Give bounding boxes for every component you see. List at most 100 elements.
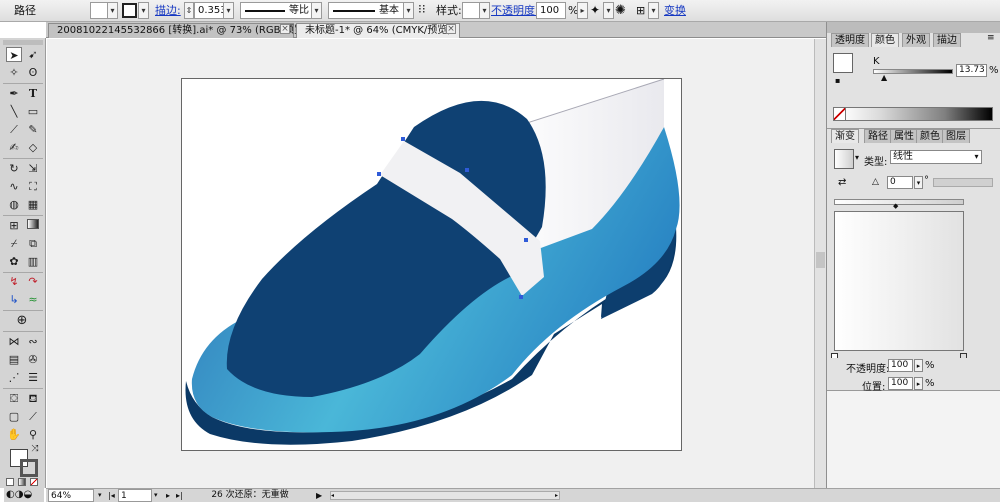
blue-curve-tool-icon[interactable]: ↳ (6, 292, 22, 307)
none-mode-icon[interactable] (30, 478, 38, 486)
list-icon[interactable]: ☰ (25, 370, 41, 385)
swap-fill-stroke-icon[interactable]: ⤨ (30, 444, 40, 454)
gradient-mode-icon[interactable] (18, 478, 26, 486)
zoom-icon[interactable]: ⚲ (25, 427, 41, 442)
paintbrush-icon[interactable]: ⟋ (6, 122, 22, 137)
blend-icon[interactable]: ⧉ (25, 236, 41, 251)
shoe-artwork[interactable] (182, 78, 683, 452)
rectangle-icon[interactable]: ▭ (25, 104, 41, 119)
stroke-weight-dropdown[interactable]: ▾ (223, 2, 234, 19)
close-tab-1-icon[interactable]: × (280, 24, 290, 34)
pencil-icon[interactable]: ✎ (25, 122, 41, 137)
gradient-preview-swatch[interactable] (834, 149, 854, 169)
none-color-icon[interactable] (834, 108, 846, 120)
gradient-icon[interactable] (25, 218, 41, 233)
symbol-sprayer-icon[interactable]: ✿ (6, 254, 22, 269)
red-arc-tool-icon[interactable]: ↷ (25, 274, 41, 289)
artboard-icon[interactable]: ▢ (6, 409, 22, 424)
gradient-preview-dropdown[interactable]: ▾ (855, 153, 859, 162)
close-tab-2-icon[interactable]: × (446, 24, 456, 34)
stroke-indicator-icon[interactable]: ▪ (835, 76, 840, 85)
envelope-icon[interactable]: ⋈ (6, 334, 22, 349)
color-mode-icon[interactable] (6, 478, 14, 486)
slice-icon[interactable]: ⟋ (25, 409, 41, 424)
free-transform-icon[interactable]: ⛶ (25, 179, 41, 194)
pen-icon[interactable]: ✒ (6, 86, 22, 101)
opacity-link[interactable]: 不透明度: (491, 2, 539, 19)
scroll-left-icon[interactable]: ◂ (331, 492, 339, 499)
paint-bucket-icon[interactable]: ⛾ (25, 391, 41, 406)
scrollbar-thumb[interactable] (816, 252, 825, 268)
recolor-dropdown[interactable]: ▾ (603, 2, 614, 19)
color-spectrum-bar[interactable] (833, 107, 993, 121)
panel-tab-pathfinder[interactable]: 路径 (864, 129, 892, 143)
panel-tab-stroke[interactable]: 描边 (933, 33, 961, 47)
brush-dropdown[interactable]: ▾ (403, 2, 414, 19)
mesh-icon[interactable]: ⊞ (6, 218, 22, 233)
panel-tab-gradient[interactable]: 渐变 (831, 129, 859, 143)
graphic-style-dropdown[interactable]: ▾ (479, 2, 490, 19)
status-menu-icon[interactable]: ▶ (316, 489, 322, 502)
stop-opacity-input[interactable]: 100 (888, 359, 913, 372)
document-tab-2[interactable]: 未标题-1* @ 64% (CMYK/预览) (296, 23, 460, 38)
rotate-icon[interactable]: ↻ (6, 161, 22, 176)
k-value-input[interactable]: 13.73 (956, 64, 987, 77)
zoom-dropdown-icon[interactable]: ▾ (98, 489, 102, 502)
red-curve-tool-icon[interactable]: ↯ (6, 274, 22, 289)
vertical-scrollbar[interactable] (814, 39, 826, 488)
fill-swatch[interactable] (833, 53, 853, 73)
gradient-preview-large[interactable] (834, 211, 964, 351)
reverse-gradient-icon[interactable]: ⇄ (838, 177, 846, 188)
scale-icon[interactable]: ⇲ (25, 161, 41, 176)
next-artboard-icon[interactable]: ▸ (166, 489, 170, 502)
eraser-icon[interactable]: ◇ (25, 140, 41, 155)
brush-definition[interactable]: 基本 (328, 2, 404, 19)
artboard[interactable] (181, 78, 682, 451)
zigzag-icon[interactable]: ⋰ (6, 370, 22, 385)
canvas-area[interactable] (47, 39, 814, 488)
panel-tab-appearance[interactable]: 外观 (902, 33, 930, 47)
k-slider-thumb[interactable]: ▲ (881, 73, 887, 82)
stroke-weight-input[interactable]: 0.353 (194, 2, 224, 19)
wave-envelope-icon[interactable]: ∾ (25, 334, 41, 349)
variable-width-profile[interactable]: 等比 (240, 2, 312, 19)
mesh-grid-icon[interactable]: ▤ (6, 352, 22, 367)
fill-dropdown[interactable]: ▾ (107, 2, 118, 19)
aspect-ratio-field[interactable] (933, 178, 993, 187)
document-tab-1[interactable]: 20081022145532866 [转换].ai* @ 73% (RGB/预览… (48, 23, 308, 38)
eyedropper-icon[interactable]: ⌿ (6, 236, 22, 251)
type-icon[interactable]: T (25, 86, 41, 101)
gradient-type-dropdown-icon[interactable]: ▾ (971, 151, 982, 163)
twirl-icon[interactable]: ✇ (25, 352, 41, 367)
panel-menu-icon[interactable]: ≡ (987, 33, 995, 43)
hand-icon[interactable]: ✋ (6, 427, 22, 442)
panel-tab-color-2[interactable]: 颜色 (916, 129, 944, 143)
crosshair-icon[interactable]: ⊕ (14, 313, 30, 328)
panel-tab-color[interactable]: 颜色 (871, 33, 899, 47)
align-icon[interactable]: ⁝⁝ (418, 1, 426, 18)
last-artboard-icon[interactable]: ▸| (176, 489, 183, 502)
location-dropdown[interactable]: ▸ (914, 377, 923, 390)
live-paint-icon[interactable]: ⛋ (6, 391, 22, 406)
horizontal-scrollbar[interactable]: ◂ ▸ (330, 491, 560, 500)
artboard-number-field[interactable]: 1 (118, 489, 152, 502)
graphic-style-swatch[interactable] (462, 2, 480, 19)
gradient-type-select[interactable]: 线性 (890, 150, 982, 164)
tools-panel-grip[interactable] (3, 40, 43, 45)
gradient-slider[interactable] (834, 199, 964, 205)
panel-tab-layers[interactable]: 图层 (942, 129, 970, 143)
opacity-input[interactable]: 100 (536, 2, 566, 19)
stroke-link[interactable]: 描边: (155, 2, 181, 19)
screen-mode-icon[interactable]: ◐◑◒ (6, 489, 32, 500)
column-graph-icon[interactable]: ▥ (25, 254, 41, 269)
stop-opacity-dropdown[interactable]: ▸ (914, 359, 923, 372)
profile-dropdown[interactable]: ▾ (311, 2, 322, 19)
line-icon[interactable]: ╲ (6, 104, 22, 119)
midpoint-diamond-icon[interactable]: ◆ (893, 202, 898, 210)
artboard-dropdown-icon[interactable]: ▾ (154, 489, 158, 502)
magic-wand-icon[interactable]: ✧ (6, 65, 22, 80)
panel-tab-transparency[interactable]: 透明度 (831, 33, 869, 47)
selection-icon[interactable]: ➤ (6, 47, 22, 62)
reference-point-dropdown[interactable]: ▾ (648, 2, 659, 19)
stroke-swatch-dropdown[interactable]: ▾ (138, 2, 149, 19)
